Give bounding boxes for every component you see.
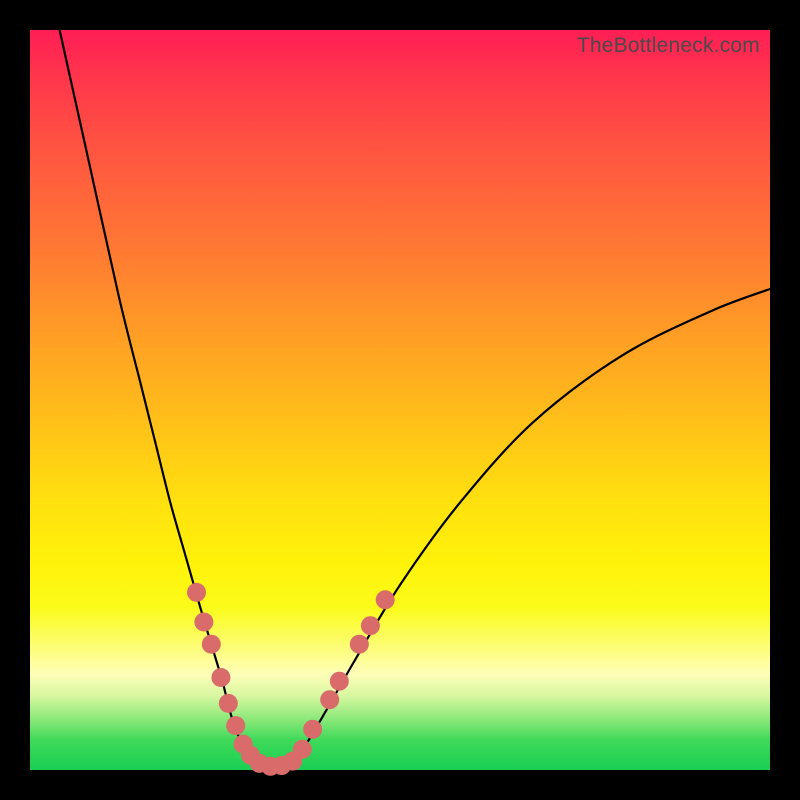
data-marker <box>219 694 238 713</box>
data-marker <box>187 583 206 602</box>
data-marker <box>330 672 349 691</box>
bottleneck-chart <box>30 30 770 770</box>
data-marker <box>202 635 221 654</box>
data-marker <box>194 613 213 632</box>
data-marker <box>303 720 322 739</box>
marker-group <box>187 583 395 776</box>
data-marker <box>293 740 312 759</box>
curve-right-branch <box>289 289 770 766</box>
data-marker <box>361 616 380 635</box>
chart-frame: TheBottleneck.com <box>30 30 770 770</box>
data-marker <box>211 668 230 687</box>
curve-left-branch <box>60 30 260 766</box>
data-marker <box>376 590 395 609</box>
data-marker <box>350 635 369 654</box>
data-marker <box>226 716 245 735</box>
data-marker <box>320 690 339 709</box>
